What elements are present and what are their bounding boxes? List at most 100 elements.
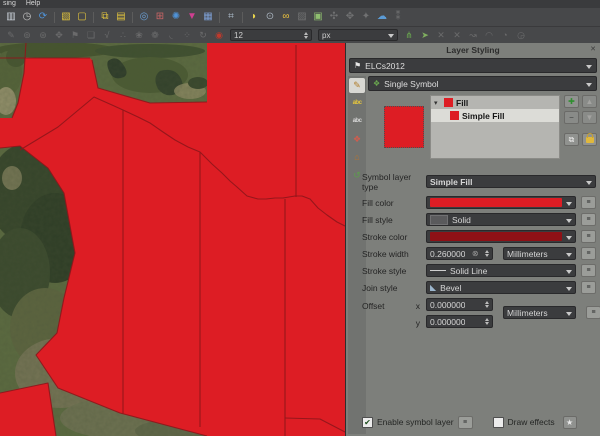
symbol-swatch: [450, 111, 459, 120]
map-tips-icon[interactable]: ◗: [247, 10, 261, 24]
fill-style-dropdown[interactable]: Solid: [426, 213, 576, 226]
labels-tab-icon[interactable]: abc: [349, 96, 365, 111]
size-spinner[interactable]: 12: [230, 29, 312, 41]
menu-item-help[interactable]: Help: [26, 0, 40, 8]
python-console-icon[interactable]: ∞: [279, 10, 293, 24]
digitize-cursor-icon[interactable]: ➤: [418, 29, 432, 41]
enable-override-button[interactable]: ≡: [458, 416, 473, 429]
close-icon[interactable]: ✕: [590, 45, 596, 55]
fill-ring-icon: ❏: [84, 29, 98, 41]
zoom-search-icon[interactable]: ⊙: [263, 10, 277, 24]
symbol-layer-type-dropdown[interactable]: Simple Fill: [426, 175, 596, 188]
draw-effects-checkbox[interactable]: [493, 417, 504, 428]
remove-symbol-layer-button[interactable]: −: [564, 111, 579, 124]
fill-style-override-button[interactable]: ≡: [581, 213, 596, 226]
join-style-dropdown[interactable]: ◣ Bevel: [426, 281, 576, 294]
clear-icon[interactable]: ⊗: [472, 249, 479, 258]
temporal-icon: ✦: [359, 10, 373, 24]
stroke-width-label: Stroke width: [362, 249, 426, 259]
color-swatches-icon[interactable]: ⊞: [153, 10, 167, 24]
editing-toolbar-icons: ✎⊚⊛✥⚑❏√∴❀❁◟⁘↻◉: [3, 29, 227, 41]
save-edits-icon: ⊚: [20, 29, 34, 41]
spinner-arrows-icon[interactable]: [485, 318, 489, 325]
spinner-arrows-icon[interactable]: [485, 250, 489, 257]
copy-features-icon[interactable]: ⧉: [98, 10, 112, 24]
duplicate-symbol-layer-button[interactable]: ⧉: [564, 133, 579, 146]
fill-color-button[interactable]: [426, 196, 576, 209]
move-up-button[interactable]: ▲: [582, 95, 597, 108]
lock-colors-button[interactable]: [582, 133, 597, 146]
stroke-color-override-button[interactable]: ≡: [581, 230, 596, 243]
measure-icon[interactable]: ⌗: [224, 10, 238, 24]
move-node-icon: ↝: [466, 29, 480, 41]
menu-item-partial[interactable]: sing: [3, 0, 16, 8]
map-canvas[interactable]: [0, 43, 345, 436]
layer-selector[interactable]: ⚑ ELCs2012: [349, 58, 597, 73]
add-symbol-layer-button[interactable]: ✚: [564, 95, 579, 108]
spinner-arrows-icon[interactable]: [304, 32, 308, 39]
panel-title: Layer Styling: [346, 43, 600, 57]
offset-y-spinner[interactable]: 0.000000: [426, 315, 493, 328]
vertex-all-icon: ∴: [116, 29, 130, 41]
offset-unit-dropdown[interactable]: Millimeters: [503, 306, 576, 319]
effects-button[interactable]: ★: [563, 416, 577, 429]
stroke-color-button[interactable]: [426, 230, 576, 243]
ellipse-tool-icon: ◶: [514, 29, 528, 41]
chevron-down-icon: [566, 312, 572, 316]
refresh-icon[interactable]: ⟳: [36, 10, 50, 24]
offset-y-label: y: [412, 318, 420, 328]
enable-symbol-layer-label: Enable symbol layer: [377, 417, 454, 427]
chevron-down-icon: [566, 236, 572, 240]
stroke-color-label: Stroke color: [362, 232, 426, 242]
paste-features-icon[interactable]: ▤: [114, 10, 128, 24]
enable-symbol-layer-checkbox[interactable]: ✔: [362, 417, 373, 428]
flag-icon: ⚑: [68, 29, 82, 41]
options-gear-icon[interactable]: ✺: [169, 10, 183, 24]
chevron-down-icon: [586, 65, 592, 69]
tracing-icon[interactable]: ⋔: [402, 29, 416, 41]
join-style-override-button[interactable]: ≡: [581, 281, 596, 294]
deselect-features-icon[interactable]: ▢: [75, 10, 89, 24]
masks-tab-icon[interactable]: abc: [349, 114, 365, 129]
snapping-magnet-icon[interactable]: ◉: [212, 29, 226, 41]
shape-toolbar-icons: ⋔➤✕✕↝◠◔◶: [401, 29, 529, 41]
expand-icon[interactable]: ▾: [434, 99, 441, 107]
symbology-tab-icon[interactable]: ✎: [349, 78, 365, 93]
select-features-icon[interactable]: ▧: [59, 10, 73, 24]
stroke-style-override-button[interactable]: ≡: [581, 264, 596, 277]
stroke-width-override-button[interactable]: ≡: [581, 247, 596, 260]
symbol-tree-root-row[interactable]: ▾ Fill: [431, 96, 559, 109]
3d-view-tab-icon[interactable]: ❖: [349, 132, 365, 147]
chevron-down-icon: [566, 202, 572, 206]
cloud-icon[interactable]: ☁: [375, 10, 389, 24]
fill-style-swatch: [430, 215, 448, 225]
circle-tool-icon: ◔: [498, 29, 512, 41]
fill-color-override-button[interactable]: ≡: [581, 196, 596, 209]
save-icon[interactable]: ▥: [4, 10, 18, 24]
clock-icon[interactable]: ◷: [20, 10, 34, 24]
toolbar-separator: [93, 12, 94, 23]
offset-curve-icon: ◟: [164, 29, 178, 41]
move-down-button[interactable]: ▼: [582, 111, 597, 124]
attribute-table-icon[interactable]: ▦: [201, 10, 215, 24]
symbol-preview: [384, 106, 424, 148]
stroke-style-label: Stroke style: [362, 266, 426, 276]
spinner-arrows-icon[interactable]: [485, 301, 489, 308]
new-layout-icon[interactable]: ▣: [311, 10, 325, 24]
renderer-selector[interactable]: ❖ Single Symbol: [368, 76, 597, 91]
chevron-down-icon: [566, 219, 572, 223]
filter-icon[interactable]: ▼: [185, 10, 199, 24]
chevron-down-icon: [566, 253, 572, 257]
stroke-width-unit-dropdown[interactable]: Millimeters: [503, 247, 576, 260]
diagrams-tab-icon[interactable]: ⌂: [349, 150, 365, 165]
symbol-layer-tree: ▾ Fill Simple Fill: [430, 95, 560, 159]
identify-features-icon[interactable]: ◎: [137, 10, 151, 24]
symbol-tree-child-row[interactable]: Simple Fill: [431, 109, 559, 122]
offset-override-button[interactable]: ≡: [586, 306, 600, 319]
stroke-width-spinner[interactable]: 0.260000 ⊗: [426, 247, 493, 260]
menubar: sing Help: [0, 0, 600, 8]
raster-toolbar-icon: ▨: [295, 10, 309, 24]
offset-x-spinner[interactable]: 0.000000: [426, 298, 493, 311]
stroke-style-dropdown[interactable]: Solid Line: [426, 264, 576, 277]
unit-dropdown[interactable]: px: [318, 29, 398, 41]
